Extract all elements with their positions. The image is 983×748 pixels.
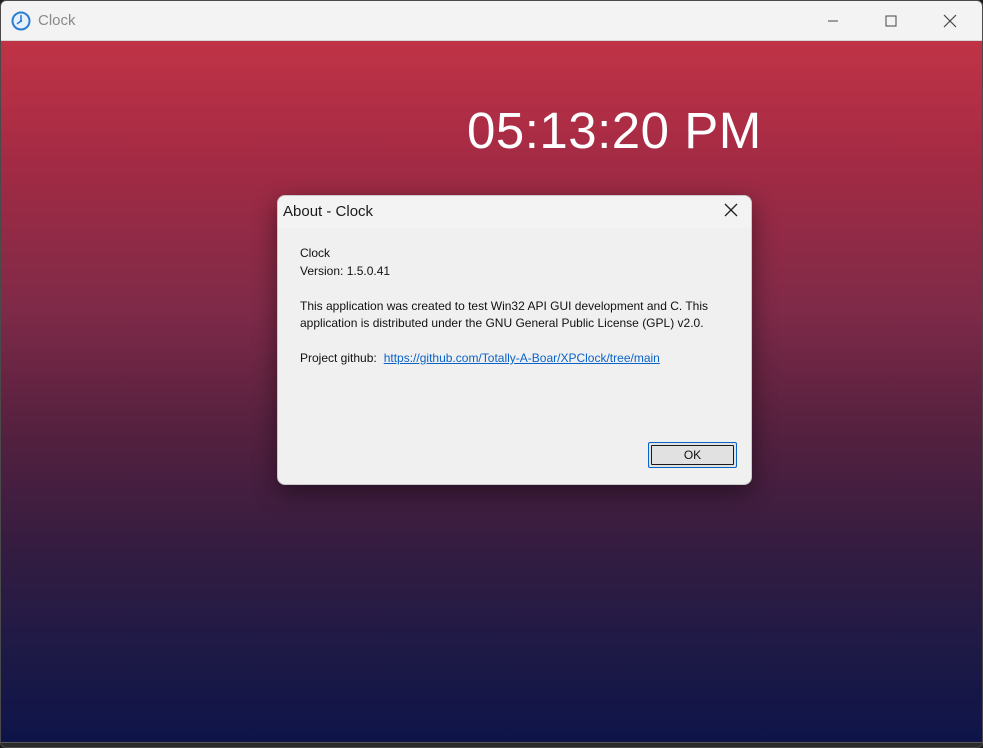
dialog-close-button[interactable] [710, 196, 751, 228]
close-icon [943, 14, 957, 28]
clock-icon [11, 11, 31, 31]
window-title: Clock [38, 12, 76, 29]
dialog-body: Clock Version: 1.5.0.41 This application… [300, 245, 730, 368]
app-version: Version: 1.5.0.41 [300, 263, 391, 278]
clock-time-display: 05:13:20 PM [467, 102, 762, 159]
github-row: Project github: https://github.com/Totall… [300, 350, 730, 368]
close-button[interactable] [921, 1, 979, 41]
github-link[interactable]: https://github.com/Totally-A-Boar/XPCloc… [384, 351, 660, 365]
github-label: Project github: [300, 351, 377, 365]
minimize-icon [827, 15, 839, 27]
title-bar[interactable]: Clock [1, 1, 982, 41]
close-icon [724, 203, 738, 222]
app-description: This application was created to test Win… [300, 298, 708, 331]
ok-button-label: OK [683, 448, 702, 462]
minimize-button[interactable] [804, 1, 862, 41]
dialog-title-bar[interactable]: About - Clock [278, 196, 751, 228]
app-name: Clock [300, 246, 331, 260]
maximize-button[interactable] [862, 1, 920, 41]
maximize-icon [885, 15, 897, 27]
clock-window: Clock 05:13:20 PM About - Clock Clock Ve… [0, 0, 983, 748]
about-dialog: About - Clock Clock Version: 1.5.0.41 Th… [277, 195, 752, 485]
dialog-title: About - Clock [283, 203, 374, 220]
ok-button[interactable]: OK [648, 442, 737, 468]
